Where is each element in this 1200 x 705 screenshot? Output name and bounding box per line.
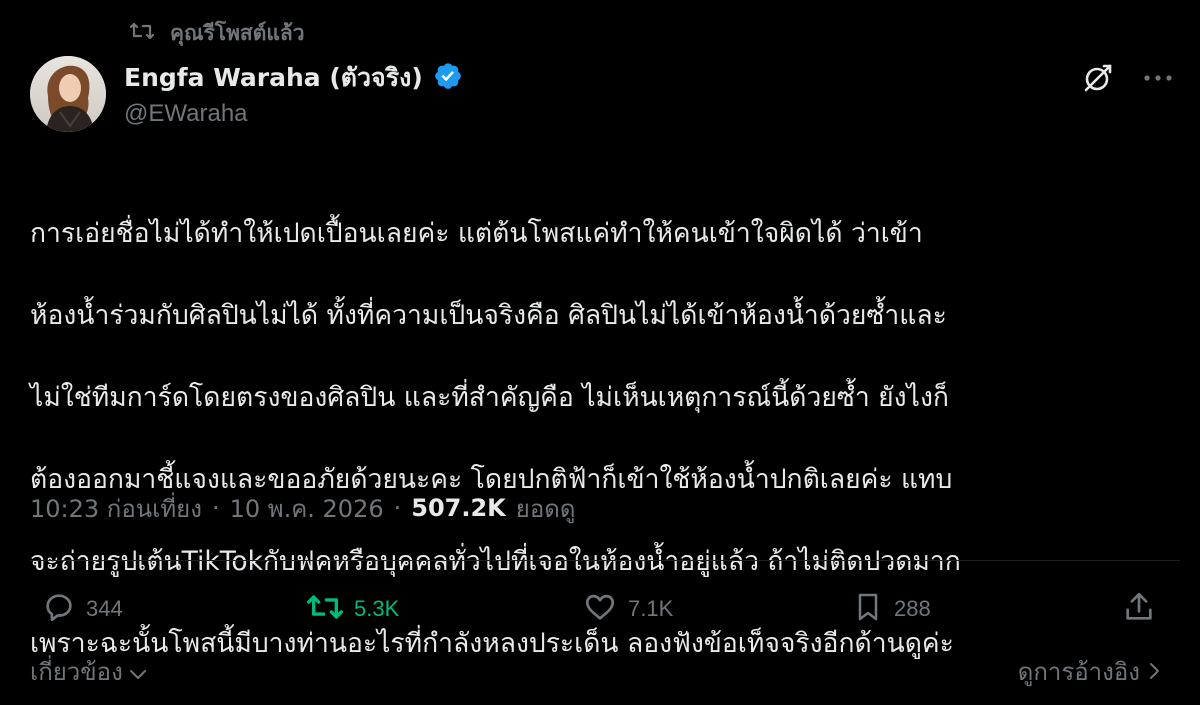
tweet-text-line: ไม่ใช่ทีมการ์ดโดยตรงของศิลปิน และที่สำคั… bbox=[30, 382, 949, 413]
related-label: เกี่ยวข้อง bbox=[30, 658, 123, 686]
tweet-time[interactable]: 10:23 ก่อนเที่ยง bbox=[30, 489, 202, 528]
repost-indicator: คุณรีโพสต์แล้ว bbox=[129, 16, 305, 50]
reply-icon bbox=[42, 590, 76, 628]
meta-separator: · bbox=[211, 494, 220, 522]
quotes-label: ดูการอ้างอิง bbox=[1017, 658, 1140, 686]
repost-icon bbox=[129, 20, 155, 46]
author-handle[interactable]: @EWaraha bbox=[124, 100, 248, 128]
views-label: ยอดดู bbox=[515, 494, 576, 523]
share-button[interactable] bbox=[1122, 584, 1156, 634]
grok-icon[interactable] bbox=[1080, 60, 1116, 96]
divider bbox=[30, 560, 1180, 561]
repost-icon bbox=[306, 590, 344, 628]
tweet-text-line: ห้องน้ำร่วมกับศิลปินไม่ได้ ทั้งที่ความเป… bbox=[30, 300, 947, 331]
related-toggle[interactable]: เกี่ยวข้อง bbox=[30, 652, 147, 691]
repost-label: คุณรีโพสต์แล้ว bbox=[170, 20, 305, 45]
verified-badge-icon bbox=[433, 61, 463, 95]
author-name-row[interactable]: Engfa Waraha (ตัวจริง) bbox=[124, 58, 463, 98]
avatar[interactable] bbox=[30, 56, 106, 132]
like-button[interactable]: 7.1K bbox=[582, 584, 673, 634]
bookmark-count: 288 bbox=[894, 596, 931, 621]
repost-count: 5.3K bbox=[354, 596, 400, 621]
view-quotes-link[interactable]: ดูการอ้างอิง bbox=[1018, 652, 1160, 691]
heart-icon bbox=[582, 590, 618, 628]
more-icon[interactable] bbox=[1140, 62, 1176, 94]
like-count: 7.1K bbox=[628, 596, 674, 621]
tweet-meta: 10:23 ก่อนเที่ยง · 10 พ.ค. 2026 · 507.2K… bbox=[30, 488, 575, 528]
chevron-right-icon bbox=[1148, 658, 1160, 686]
reply-button[interactable]: 344 bbox=[42, 584, 123, 634]
tweet-text-line: จะถ่ายรูปเต้นTikTokกับฟคหรือบุคคลทั่วไปท… bbox=[30, 546, 961, 577]
tweet-text-line: การเอ่ยชื่อไม่ได้ทำให้เปดเปื้อนเลยค่ะ แต… bbox=[30, 218, 923, 249]
tweet-date[interactable]: 10 พ.ค. 2026 bbox=[230, 489, 384, 528]
repost-button[interactable]: 5.3K bbox=[306, 584, 399, 634]
views-count[interactable]: 507.2K bbox=[411, 494, 506, 522]
action-bar: 344 5.3K 7.1K 288 bbox=[0, 584, 1200, 634]
author-name[interactable]: Engfa Waraha (ตัวจริง) bbox=[124, 58, 423, 98]
bookmark-icon bbox=[852, 590, 884, 628]
chevron-down-icon bbox=[129, 658, 147, 686]
reply-count: 344 bbox=[86, 596, 123, 621]
meta-separator: · bbox=[393, 494, 402, 522]
share-icon bbox=[1122, 590, 1156, 628]
bookmark-button[interactable]: 288 bbox=[852, 584, 931, 634]
